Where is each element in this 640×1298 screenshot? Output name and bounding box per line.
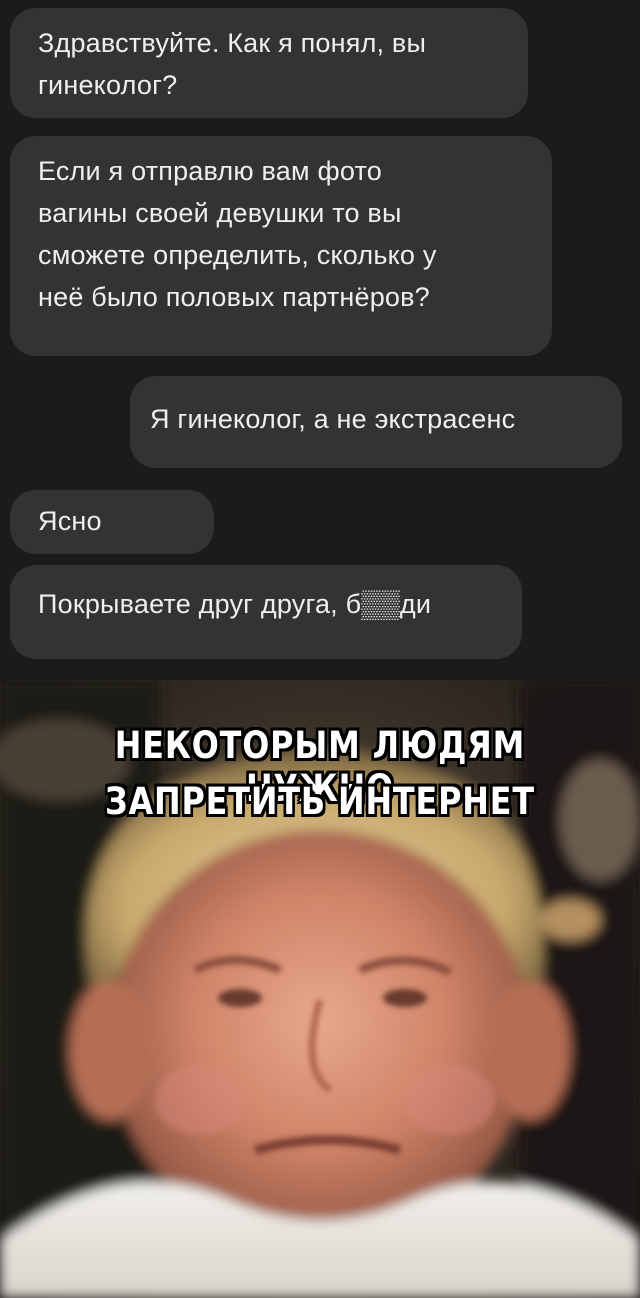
message-bubble-outgoing: Я гинеколог, а не экстрасенс: [130, 376, 622, 468]
message-bubble-incoming: Ясно: [10, 490, 214, 554]
chat-screenshot: Здравствуйте. Как я понял, вы гинеколог?…: [0, 0, 640, 680]
meme-image: НЕКОТОРЫМ ЛЮДЯМ НУЖНО ЗАПРЕТИТЬ ИНТЕРНЕТ: [0, 680, 640, 1298]
message-bubble-incoming: Покрываете друг друга, б▒▒ди: [10, 565, 522, 659]
message-bubble-incoming: Если я отправлю вам фото вагины своей де…: [10, 136, 552, 356]
meme-caption-line2: ЗАПРЕТИТЬ ИНТЕРНЕТ: [105, 780, 535, 823]
message-bubble-incoming: Здравствуйте. Как я понял, вы гинеколог?: [10, 8, 528, 118]
